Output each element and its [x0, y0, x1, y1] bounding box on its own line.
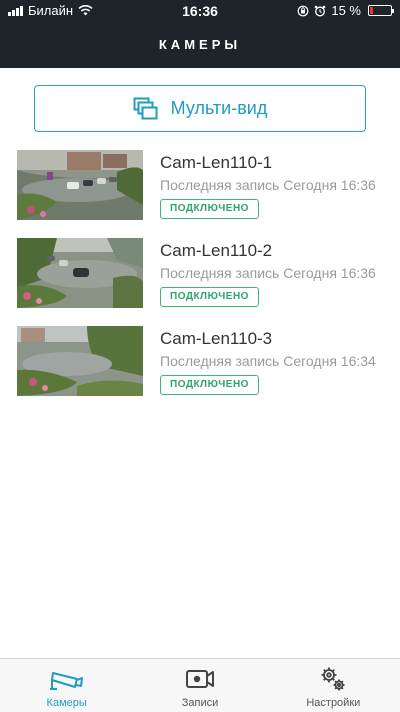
status-badge: ПОДКЛЮЧЕНО: [160, 287, 259, 307]
tab-label: Настройки: [306, 697, 361, 709]
camera-thumbnail[interactable]: [17, 150, 143, 220]
video-record-icon: [185, 670, 214, 688]
camera-cctv-icon: [49, 672, 83, 690]
battery-icon: [368, 5, 394, 16]
multi-view-icon: [133, 97, 158, 119]
tab-cameras[interactable]: Камеры: [0, 659, 133, 712]
camera-last-record: Последняя запись Сегодня 16:36: [160, 177, 376, 193]
multi-view-label: Мульти-вид: [170, 98, 268, 118]
camera-list: Cam-Len110-1 Последняя запись Сегодня 16…: [0, 148, 400, 412]
status-bar: Билайн 16:36 15 %: [0, 0, 400, 22]
camera-name: Cam-Len110-3: [160, 329, 273, 348]
status-badge: ПОДКЛЮЧЕНО: [160, 375, 259, 395]
tab-settings[interactable]: Настройки: [267, 659, 400, 712]
status-badge: ПОДКЛЮЧЕНО: [160, 199, 259, 219]
camera-name: Cam-Len110-2: [160, 241, 273, 260]
camera-item-1[interactable]: Cam-Len110-1 Последняя запись Сегодня 16…: [0, 148, 400, 236]
alarm-icon: [315, 5, 326, 16]
camera-last-record: Последняя запись Сегодня 16:34: [160, 353, 376, 369]
camera-item-2[interactable]: Cam-Len110-2 Последняя запись Сегодня 16…: [0, 236, 400, 324]
gears-icon: [321, 667, 345, 691]
tab-label: Камеры: [46, 697, 87, 709]
tab-records[interactable]: Записи: [133, 659, 266, 712]
camera-thumbnail[interactable]: [17, 326, 143, 396]
camera-last-record: Последняя запись Сегодня 16:36: [160, 265, 376, 281]
orientation-lock-icon: [297, 5, 309, 16]
battery-percent: 15 %: [331, 3, 361, 18]
tab-bar: Камеры Записи Настройки: [0, 658, 400, 712]
battery-level: [370, 7, 373, 14]
camera-thumbnail[interactable]: [17, 238, 143, 308]
status-right: 15 %: [297, 3, 394, 18]
camera-name: Cam-Len110-1: [160, 153, 273, 172]
tab-label: Записи: [181, 697, 219, 709]
multi-view-button[interactable]: Мульти-вид: [34, 85, 366, 132]
camera-item-3[interactable]: Cam-Len110-3 Последняя запись Сегодня 16…: [0, 324, 400, 412]
page-title: КАМЕРЫ: [0, 22, 400, 68]
